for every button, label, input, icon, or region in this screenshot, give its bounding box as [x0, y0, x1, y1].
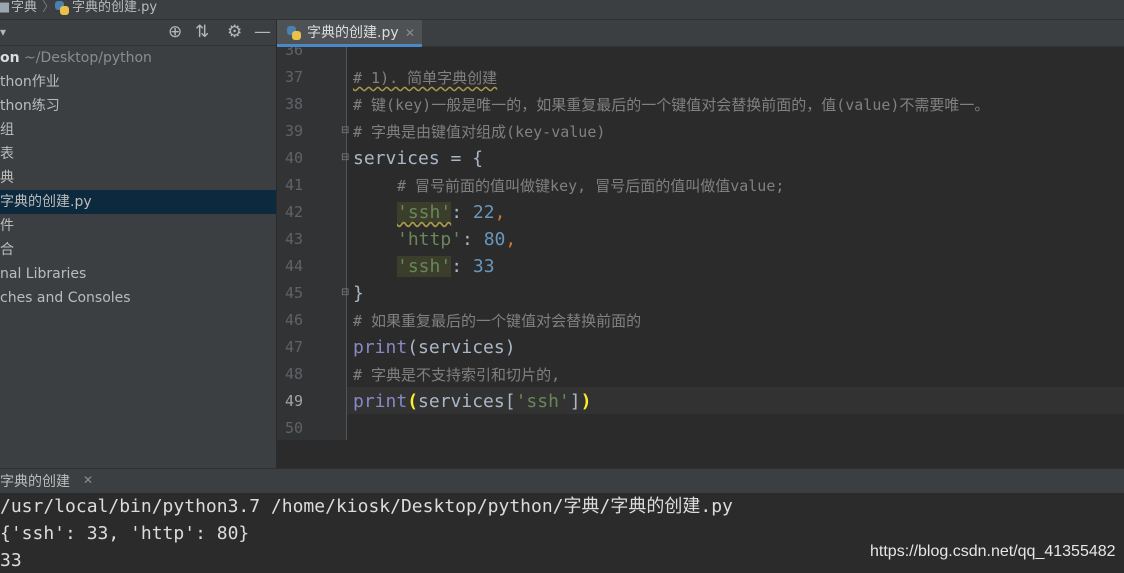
line-number: 37: [284, 68, 303, 86]
run-console[interactable]: /usr/local/bin/python3.7 /home/kiosk/Des…: [0, 493, 1124, 573]
number: 80: [483, 229, 506, 250]
code-line-47: print(services): [353, 334, 516, 361]
line-number-current: 49: [284, 392, 303, 410]
line-number: 50: [284, 419, 303, 437]
python-file-icon: [55, 1, 69, 15]
code-line-46: # 如果重复最后的一个键值对会替换前面的: [353, 307, 641, 335]
code-line-41: # 冒号前面的值叫做键key, 冒号后面的值叫做值value;: [397, 172, 784, 200]
code-line-45: }: [353, 280, 364, 307]
editor-tab-bar: 字典的创建.py ✕: [277, 20, 1124, 47]
code-line-42: 'ssh': 22,: [397, 202, 506, 223]
close-icon[interactable]: ✕: [405, 20, 415, 46]
fold-marker-icon[interactable]: ⊟: [341, 152, 351, 164]
comment: # 如果重复最后的一个键值对会替换前面的: [353, 312, 642, 330]
run-tab-label[interactable]: 字典的创建: [0, 471, 70, 491]
gutter-divider: [346, 47, 347, 440]
editor-tab[interactable]: 字典的创建.py ✕: [277, 20, 422, 47]
code-line-40: services = {: [353, 145, 483, 172]
operator: = {: [439, 148, 484, 169]
line-number: 42: [284, 203, 303, 221]
tree-item[interactable]: thon练习: [0, 94, 276, 118]
tree-root-path: ~/Desktop/python: [24, 50, 152, 66]
line-number: 40: [284, 149, 303, 167]
locate-icon[interactable]: ⊕: [168, 22, 182, 42]
tree-item[interactable]: thon作业: [0, 70, 276, 94]
line-number: 36: [284, 47, 303, 59]
fold-marker-icon[interactable]: ⊟: [341, 125, 351, 137]
watermark: https://blog.csdn.net/qq_41355482: [870, 543, 1116, 560]
breadcrumb-folder[interactable]: 字典: [11, 0, 37, 16]
line-number: 43: [284, 230, 303, 248]
python-file-icon: [287, 26, 301, 40]
tree-item-root[interactable]: on ~/Desktop/python: [0, 46, 276, 70]
string: 'http': [397, 229, 463, 250]
tree-item-selected[interactable]: 字典的创建.py: [0, 190, 276, 214]
tree-root-name: on: [0, 50, 20, 66]
tree-item[interactable]: 典: [0, 166, 276, 190]
code-line-37: # 1). 简单字典创建: [353, 64, 497, 92]
tree-item[interactable]: 组: [0, 118, 276, 142]
comment: # 1). 简单字典创建: [353, 69, 498, 87]
code-line-38: # 键(key)一般是唯一的，如果重复最后的一个键值对会替换前面的，值(valu…: [353, 91, 989, 119]
console-line: /usr/local/bin/python3.7 /home/kiosk/Des…: [0, 496, 733, 517]
project-panel-header: ▾ ⊕ ⇅ ⚙ —: [0, 20, 276, 46]
breadcrumb-file[interactable]: 字典的创建.py: [72, 0, 157, 16]
tree-item-scratches[interactable]: ches and Consoles: [0, 286, 276, 310]
number: 33: [472, 256, 495, 277]
code-editor[interactable]: 36 37 38 39 40 41 42 43 44 45 46 47 48 4…: [277, 47, 1124, 440]
call-args: services[: [418, 391, 516, 412]
tree-item[interactable]: 件: [0, 214, 276, 238]
code-line-49: print(services['ssh']): [353, 391, 592, 412]
tree-item-external-libraries[interactable]: nal Libraries: [0, 262, 276, 286]
console-line: 33: [0, 550, 22, 571]
line-number: 41: [284, 176, 303, 194]
code-line-48: # 字典是不支持索引和切片的,: [353, 361, 560, 389]
line-number: 45: [284, 284, 303, 302]
hide-panel-icon[interactable]: —: [254, 22, 271, 42]
collapse-all-icon[interactable]: ⇅: [195, 22, 209, 42]
number: 22: [472, 202, 495, 223]
project-panel: ▾ ⊕ ⇅ ⚙ — on ~/Desktop/python thon作业 tho…: [0, 20, 276, 468]
editor-tab-label: 字典的创建.py: [307, 25, 399, 41]
call-args: (services): [407, 337, 516, 358]
comment: # 冒号前面的值叫做键key, 冒号后面的值叫做值value;: [397, 177, 785, 195]
closing-brace: }: [353, 283, 364, 304]
console-line: {'ssh': 33, 'http': 80}: [0, 523, 250, 544]
tree-item[interactable]: 合: [0, 238, 276, 262]
fold-end-icon[interactable]: ⊟: [341, 287, 351, 299]
builtin-function: print: [353, 337, 408, 358]
comment: # 字典是不支持索引和切片的,: [353, 366, 561, 384]
comment: # 键(key)一般是唯一的，如果重复最后的一个键值对会替换前面的，值(valu…: [353, 96, 990, 114]
line-number: 46: [284, 311, 303, 329]
code-line-44: 'ssh': 33: [397, 256, 495, 277]
breadcrumb-separator: 〉: [42, 0, 56, 15]
line-number: 44: [284, 257, 303, 275]
line-number: 38: [284, 95, 303, 113]
line-number: 48: [284, 365, 303, 383]
line-number: 47: [284, 338, 303, 356]
bracket: ]: [569, 391, 581, 412]
variable: services: [353, 148, 440, 169]
builtin-function: print: [353, 391, 408, 412]
code-line-39: # 字典是由键值对组成(key-value): [353, 118, 605, 146]
gear-icon[interactable]: ⚙: [227, 22, 242, 42]
comment: # 字典是由键值对组成(key-value): [353, 123, 606, 141]
run-tab-bar: 字典的创建 ✕: [0, 468, 1124, 493]
string: 'ssh': [397, 256, 452, 277]
dropdown-chevron-icon[interactable]: ▾: [0, 22, 6, 42]
tree-item[interactable]: 表: [0, 142, 276, 166]
folder-icon: ■: [0, 0, 10, 16]
string: 'ssh': [397, 202, 452, 223]
close-icon[interactable]: ✕: [83, 473, 93, 487]
string: 'ssh': [515, 391, 570, 412]
code-line-43: 'http': 80,: [397, 229, 517, 250]
line-number: 39: [284, 122, 303, 140]
breadcrumb: ■ 字典 〉 字典的创建.py: [0, 0, 1124, 20]
